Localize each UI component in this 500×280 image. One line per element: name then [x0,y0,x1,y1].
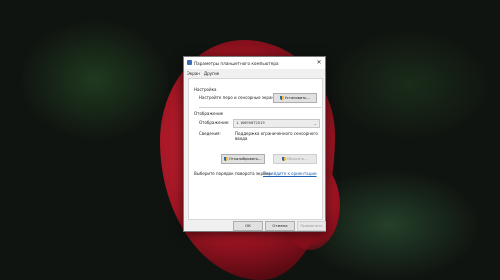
orientation-link[interactable]: Перейдите к ориентации [263,171,317,176]
uac-shield-icon [224,157,228,161]
details-value-line1: Поддержка ограниченного сенсорного [235,131,318,136]
display-select[interactable]: 1. W6956T2019 ⌄ [233,119,320,128]
apply-button[interactable]: Применить [297,221,326,231]
tablet-settings-icon [187,60,192,65]
background-foliage [20,20,170,140]
setup-button[interactable]: Установить... [273,93,317,103]
tab-other[interactable]: Другие [204,71,219,76]
uac-shield-icon [282,157,286,161]
rotation-text: Выберите порядок поворота экрана. [194,171,272,176]
tab-screen[interactable]: Экран [187,71,200,76]
background-foliage [330,30,490,140]
settings-heading: Настройка [194,87,217,92]
uac-shield-icon [280,96,284,100]
tablet-settings-dialog: Параметры планшетного компьютера ✕ Экран… [183,56,326,232]
chevron-down-icon: ⌄ [313,121,317,126]
details-label: Сведения: [199,131,221,136]
calibrate-button[interactable]: Откалибровать... [221,154,265,164]
close-icon[interactable]: ✕ [315,59,323,67]
section-divider [199,107,321,108]
display-label: Отображение: [199,120,230,125]
title-bar[interactable]: Параметры планшетного компьютера ✕ [184,57,325,69]
display-heading: Отображение [194,111,224,116]
details-value-line2: ввода [235,136,248,141]
display-select-value: 1. W6956T2019 [236,121,265,125]
window-title: Параметры планшетного компьютера [194,60,279,66]
reset-button-label: Сбросить... [286,157,308,161]
ok-button[interactable]: ОК [233,221,263,231]
reset-button[interactable]: Сбросить... [273,154,317,164]
cancel-button[interactable]: Отмена [265,221,295,231]
screen-tab-panel: Настройка Настройте перо и сенсорные экр… [188,78,323,220]
setup-button-label: Установить... [284,96,310,100]
calibrate-button-label: Откалибровать... [228,157,262,161]
settings-description: Настройте перо и сенсорные экраны. [199,95,279,100]
